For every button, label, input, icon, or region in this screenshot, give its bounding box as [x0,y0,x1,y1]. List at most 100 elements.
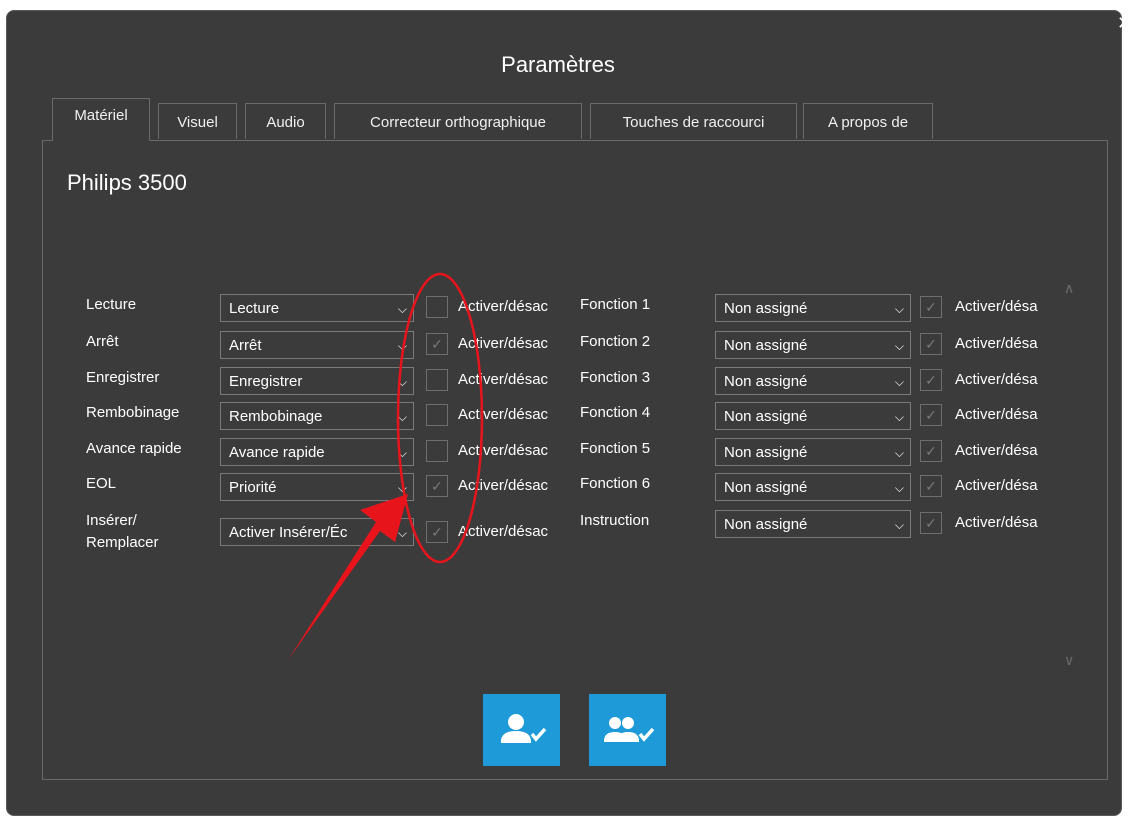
dropdown-instruction[interactable]: Non assigné ⌵ [715,510,911,538]
check-icon: ✓ [925,407,937,423]
toggle-label-fonction-3: Activer/désa [955,371,1038,388]
toggle-label-fonction-2: Activer/désa [955,335,1038,352]
toggle-label-lecture: Activer/désac [458,298,549,315]
dropdown-fonction-6[interactable]: Non assigné ⌵ [715,473,911,501]
chevron-down-icon: ⌵ [397,410,407,424]
dropdown-value: Non assigné [724,444,808,461]
dropdown-value: Non assigné [724,479,808,496]
chevron-down-icon: ⌵ [894,375,904,389]
check-icon: ✓ [431,336,443,352]
tab-audio[interactable]: Audio [245,103,326,139]
chevron-down-icon: ⌵ [894,302,904,316]
row-label-inserer: Insérer/ [86,512,137,529]
row-label-eol: EOL [86,475,117,492]
check-icon: ✓ [431,524,443,540]
toggle-label-enregistrer: Activer/désac [458,371,549,388]
toggle-label-fonction-4: Activer/désa [955,406,1038,423]
row-label-fonction-1: Fonction 1 [580,296,651,313]
dropdown-value: Non assigné [724,337,808,354]
row-label-fonction-3: Fonction 3 [580,369,651,386]
dialog-title: Paramètres [501,52,615,77]
row-label-rembobinage: Rembobinage [86,404,180,421]
toggle-label-arret: Activer/désac [458,335,549,352]
checkbox-fonction-5[interactable]: ✓ [920,440,942,462]
row-label-fonction-2: Fonction 2 [580,333,651,350]
checkbox-fonction-1[interactable]: ✓ [920,296,942,318]
row-label-avance-rapide: Avance rapide [86,440,182,457]
chevron-down-icon: ⌵ [397,375,407,389]
check-icon: ✓ [925,299,937,315]
toggle-label-fonction-6: Activer/désa [955,477,1038,494]
checkbox-rembobinage[interactable] [426,404,448,426]
dropdown-fonction-3[interactable]: Non assigné ⌵ [715,367,911,395]
row-label-fonction-4: Fonction 4 [580,404,651,421]
checkbox-lecture[interactable] [426,296,448,318]
checkbox-instruction[interactable]: ✓ [920,512,942,534]
close-icon[interactable]: ✕ [1117,14,1128,32]
chevron-down-icon: ⌵ [894,446,904,460]
device-name: Philips 3500 [67,170,187,195]
dropdown-value: Non assigné [724,408,808,425]
toggle-label-avance-rapide: Activer/désac [458,442,549,459]
toggle-label-fonction-5: Activer/désa [955,442,1038,459]
dropdown-value: Arrêt [229,337,262,354]
users-check-icon [604,717,655,742]
dropdown-eol[interactable]: Priorité ⌵ [220,473,414,501]
dropdown-inserer-remplacer[interactable]: Activer Insérer/Éc ⌵ [220,518,414,546]
dropdown-value: Non assigné [724,373,808,390]
row-label-fonction-5: Fonction 5 [580,440,651,457]
toggle-label-fonction-1: Activer/désa [955,298,1038,315]
dropdown-enregistrer[interactable]: Enregistrer ⌵ [220,367,414,395]
checkbox-arret[interactable]: ✓ [426,333,448,355]
tab-a-propos-de[interactable]: A propos de [803,103,933,139]
dropdown-value: Non assigné [724,516,808,533]
check-icon: ✓ [925,336,937,352]
dropdown-value: Non assigné [724,300,808,317]
chevron-down-icon: ⌵ [894,339,904,353]
row-label-fonction-6: Fonction 6 [580,475,651,492]
dropdown-fonction-1[interactable]: Non assigné ⌵ [715,294,911,322]
chevron-down-icon: ⌵ [397,302,407,316]
dropdown-fonction-2[interactable]: Non assigné ⌵ [715,331,911,359]
checkbox-enregistrer[interactable] [426,369,448,391]
scroll-down-icon[interactable]: ∨ [1064,652,1074,669]
dropdown-value: Avance rapide [229,444,325,461]
checkbox-eol[interactable]: ✓ [426,475,448,497]
checkbox-fonction-3[interactable]: ✓ [920,369,942,391]
chevron-down-icon: ⌵ [894,518,904,532]
dropdown-arret[interactable]: Arrêt ⌵ [220,331,414,359]
check-icon: ✓ [925,515,937,531]
checkbox-fonction-4[interactable]: ✓ [920,404,942,426]
chevron-down-icon: ⌵ [894,410,904,424]
dropdown-rembobinage[interactable]: Rembobinage ⌵ [220,402,414,430]
toggle-label-rembobinage: Activer/désac [458,406,549,423]
dropdown-avance-rapide[interactable]: Avance rapide ⌵ [220,438,414,466]
dropdown-value: Enregistrer [229,373,303,390]
tab-visuel[interactable]: Visuel [158,103,237,139]
chevron-down-icon: ⌵ [397,446,407,460]
dropdown-value: Rembobinage [229,408,323,425]
check-icon: ✓ [925,372,937,388]
check-icon: ✓ [925,443,937,459]
tab-touches-de-raccourci[interactable]: Touches de raccourci [590,103,797,139]
scroll-up-icon[interactable]: ∧ [1064,280,1074,297]
check-icon: ✓ [431,478,443,494]
apply-user-button[interactable] [483,694,560,766]
dropdown-fonction-5[interactable]: Non assigné ⌵ [715,438,911,466]
settings-panel [42,140,1108,780]
chevron-down-icon: ⌵ [397,526,407,540]
dropdown-fonction-4[interactable]: Non assigné ⌵ [715,402,911,430]
dropdown-lecture[interactable]: Lecture ⌵ [220,294,414,322]
checkbox-fonction-2[interactable]: ✓ [920,333,942,355]
chevron-down-icon: ⌵ [397,481,407,495]
checkbox-avance-rapide[interactable] [426,440,448,462]
row-label-arret: Arrêt [86,333,119,350]
chevron-down-icon: ⌵ [397,339,407,353]
toggle-label-inserer-remplacer: Activer/désac [458,523,549,540]
checkbox-inserer-remplacer[interactable]: ✓ [426,521,448,543]
apply-all-users-button[interactable] [589,694,666,766]
tab-correcteur-orthographique[interactable]: Correcteur orthographique [334,103,582,139]
tab-materiel[interactable]: Matériel [52,98,150,141]
checkbox-fonction-6[interactable]: ✓ [920,475,942,497]
dropdown-value: Activer Insérer/Éc [229,524,348,541]
